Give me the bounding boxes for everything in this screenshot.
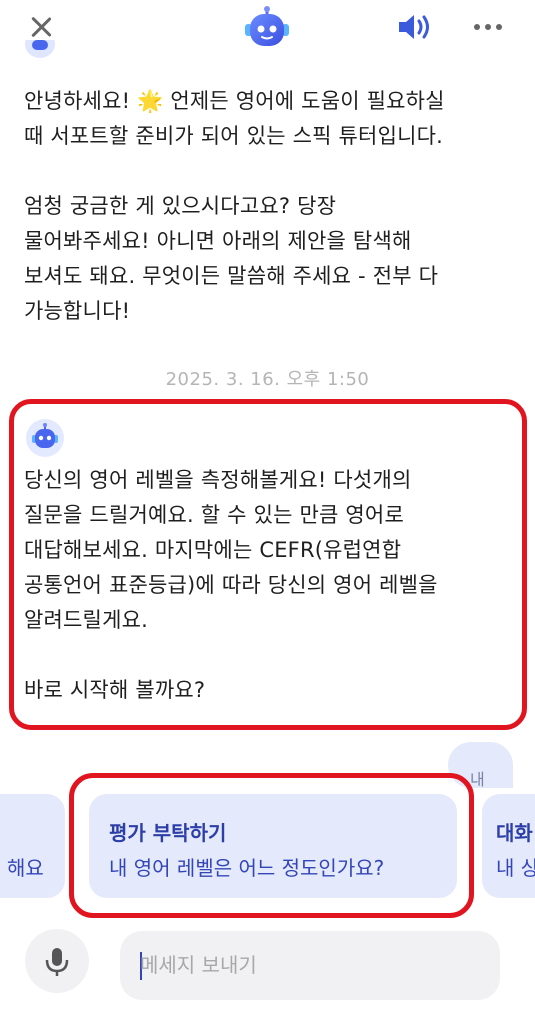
microphone-button[interactable] xyxy=(25,929,89,993)
suggestion-chip[interactable]: 대화 내 상 xyxy=(482,794,535,898)
user-message-text: 내 xyxy=(470,770,485,788)
top-bar xyxy=(0,0,535,56)
message-input[interactable] xyxy=(140,945,480,985)
message-timestamp: 2025. 3. 16. 오후 1:50 xyxy=(165,369,370,390)
bot-message-greeting: 안녕하세요! 🌟 언제든 영어에 도움이 필요하실 때 서포트할 준비가 되어 … xyxy=(24,89,445,323)
robot-logo-icon xyxy=(245,6,289,46)
bot-message-level-test: 당신의 영어 레벨을 측정해볼게요! 다섯개의 질문을 드릴거예요. 할 수 있… xyxy=(24,468,438,702)
close-icon[interactable] xyxy=(24,10,58,44)
more-horizontal-icon[interactable] xyxy=(470,14,506,40)
bot-avatar-icon xyxy=(25,40,55,58)
message-input-container[interactable] xyxy=(120,931,500,1000)
suggestion-title: 대화 xyxy=(496,821,533,845)
suggestion-subtitle: 해요 xyxy=(7,856,44,880)
suggestion-subtitle: 내 상 xyxy=(496,856,535,880)
highlight-annotation xyxy=(69,773,474,918)
suggestion-chip[interactable]: 해요 xyxy=(0,794,65,898)
speaker-icon[interactable] xyxy=(396,12,436,42)
bot-avatar-icon xyxy=(26,419,64,457)
microphone-icon xyxy=(45,948,69,976)
